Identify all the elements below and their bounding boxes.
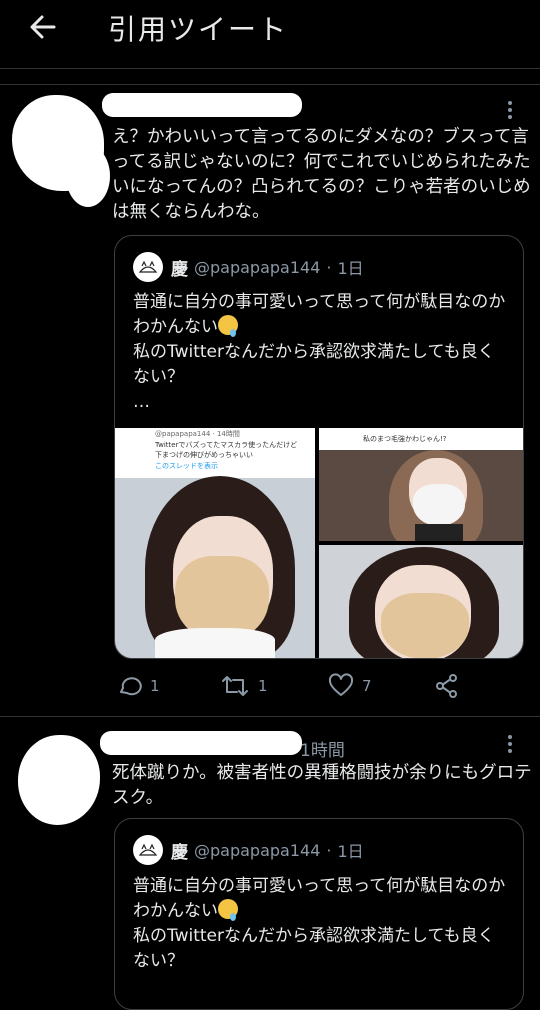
share-icon — [436, 674, 457, 698]
cat-icon — [138, 260, 158, 273]
quoted-user-avatar[interactable] — [133, 252, 163, 282]
image-caption-link: このスレッドを表示 — [155, 462, 218, 470]
more-options-button[interactable] — [508, 735, 514, 756]
image-caption-meta: @papapapa144 · 14時間 — [155, 430, 240, 438]
reply-button[interactable]: 1 — [116, 673, 160, 699]
retweet-icon — [222, 676, 248, 696]
quoted-tweet-text: 普通に自分の事可愛いって思って何が駄目なのかわかんない 私のTwitterなんだか… — [133, 874, 509, 974]
quoted-text-line2: 私のTwitterなんだから承認欲求満たしても良くない？ — [133, 926, 495, 971]
tweet-text: 死体蹴りか。被害者性の異種格闘技が余りにもグロテスク。 — [112, 763, 532, 808]
quoted-user-avatar[interactable] — [133, 835, 163, 865]
smiling-tear-emoji-icon — [218, 899, 238, 921]
quoted-user-name[interactable]: 慶 — [171, 255, 188, 280]
quoted-text-line1: 普通に自分の事可愛いって思って何が駄目なのかわかんない — [133, 292, 506, 337]
tweet-time: 1時間 — [300, 741, 345, 761]
quoted-tweet[interactable]: 慶 @papapapa144 · 1日 普通に自分の事可愛いって思って何が駄目な… — [114, 235, 524, 659]
reply-count: 1 — [150, 677, 160, 695]
redacted-user-name — [102, 93, 302, 117]
smiling-tear-emoji-icon — [218, 315, 238, 337]
quoted-tweet-text: 普通に自分の事可愛いって思って何が駄目なのかわかんない 私のTwitterなんだか… — [133, 290, 509, 415]
quoted-text-line2: 私のTwitterなんだから承認欲求満たしても良くない？ — [133, 342, 495, 387]
tweet-actions: 1 1 7 — [0, 673, 540, 703]
arrow-left-icon — [30, 15, 56, 39]
reply-icon — [120, 677, 142, 696]
retweet-count: 1 — [258, 677, 268, 695]
media-image-3[interactable] — [319, 545, 523, 658]
dot-separator: · — [326, 840, 332, 860]
media-image-2[interactable]: 私のまつ毛強かわじゃん!? — [319, 428, 523, 541]
page-title: 引用ツイート — [108, 13, 289, 46]
image-caption-line1: Twitterでバズってたマスカラ使ったんだけど — [155, 441, 298, 449]
share-button[interactable] — [434, 673, 460, 699]
quoted-tweet[interactable]: 慶 @papapapa144 · 1日 普通に自分の事可愛いって思って何が駄目な… — [114, 818, 524, 1010]
tweet[interactable]: え？かわいいって言ってるのにダメなの？ブスって言ってる訳じゃないのに？何でこれで… — [0, 85, 540, 715]
retweet-button[interactable]: 1 — [220, 673, 268, 699]
more-options-button[interactable] — [508, 101, 514, 122]
media-image-1[interactable]: @papapapa144 · 14時間 Twitterでバズってたマスカラ使った… — [115, 428, 315, 658]
redacted-user-name — [100, 731, 302, 755]
avatar-redaction — [66, 145, 110, 207]
back-button[interactable] — [26, 10, 60, 44]
heart-icon — [328, 673, 354, 696]
avatar[interactable] — [18, 735, 100, 825]
image-caption-line2: 下まつげの伸びがめっちゃいい — [155, 451, 253, 459]
top-bar: 引用ツイート — [0, 0, 540, 69]
quoted-media-grid: @papapapa144 · 14時間 Twitterでバズってたマスカラ使った… — [115, 428, 523, 658]
quoted-text-line1: 普通に自分の事可愛いって思って何が駄目なのかわかんない — [133, 876, 506, 921]
tweet[interactable]: 1時間 死体蹴りか。被害者性の異種格闘技が余りにもグロテスク。 慶 @papap… — [0, 717, 540, 1010]
quoted-user-handle[interactable]: @papapapa144 — [194, 258, 320, 277]
like-count: 7 — [362, 677, 372, 695]
dot-separator: · — [326, 257, 332, 277]
quoted-tweet-time: 1日 — [337, 842, 364, 861]
cat-icon — [138, 843, 158, 856]
quoted-tweet-time: 1日 — [337, 259, 364, 278]
quoted-user-name[interactable]: 慶 — [171, 838, 188, 863]
tweet-text: え？かわいいって言ってるのにダメなの？ブスって言ってる訳じゃないのに？何でこれで… — [112, 127, 531, 222]
like-button[interactable]: 7 — [328, 673, 372, 699]
quoted-text-ellipsis: … — [133, 392, 150, 412]
quoted-user-handle[interactable]: @papapapa144 — [194, 841, 320, 860]
image-caption-b: 私のまつ毛強かわじゃん!? — [363, 435, 447, 443]
